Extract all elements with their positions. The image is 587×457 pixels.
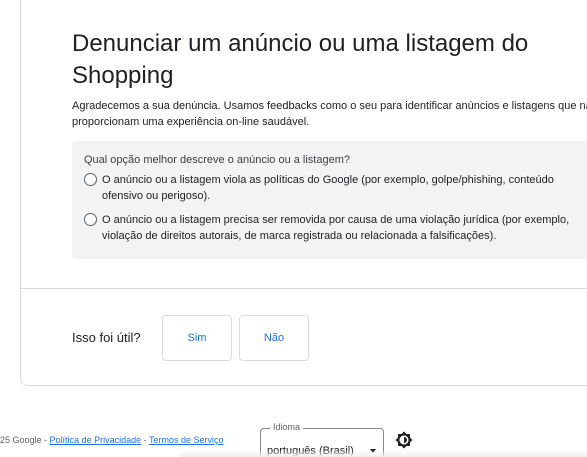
option-legal-violation[interactable]: O anúncio ou a listagem precisa ser remo… — [84, 212, 584, 244]
divider — [20, 288, 587, 289]
option-label: O anúncio ou a listagem precisa ser remo… — [102, 214, 570, 242]
page-title: Denunciar um anúncio ou uma listagem do … — [72, 30, 529, 89]
terms-link[interactable]: Termos de Serviço — [149, 435, 224, 445]
language-label: Idioma — [270, 421, 304, 433]
question-text: Qual opção melhor descreve o anúncio ou … — [84, 154, 350, 166]
footer: 25 Google - Política de Privacidade - Te… — [0, 434, 224, 446]
question-box: Qual opção melhor descreve o anúncio ou … — [72, 141, 587, 259]
copyright-text: 25 Google - — [0, 435, 48, 445]
brightness-icon — [395, 431, 413, 449]
footer-separator: - — [143, 435, 147, 445]
bottom-shadow — [180, 450, 587, 457]
privacy-link[interactable]: Política de Privacidade — [50, 435, 142, 445]
option-label: O anúncio ou a listagem viola as polític… — [102, 174, 554, 202]
option-policy-violation[interactable]: O anúncio ou a listagem viola as polític… — [84, 172, 584, 204]
theme-toggle-button[interactable] — [393, 429, 415, 451]
radio-button[interactable] — [84, 173, 97, 186]
page: Denunciar um anúncio ou uma listagem do … — [0, 0, 587, 457]
yes-button[interactable]: Sim — [162, 315, 232, 361]
helpful-question: Isso foi útil? — [72, 330, 141, 345]
radio-button[interactable] — [84, 213, 97, 226]
intro-text: Agradecemos a sua denúncia. Usamos feedb… — [72, 100, 587, 128]
no-button[interactable]: Não — [239, 315, 309, 361]
